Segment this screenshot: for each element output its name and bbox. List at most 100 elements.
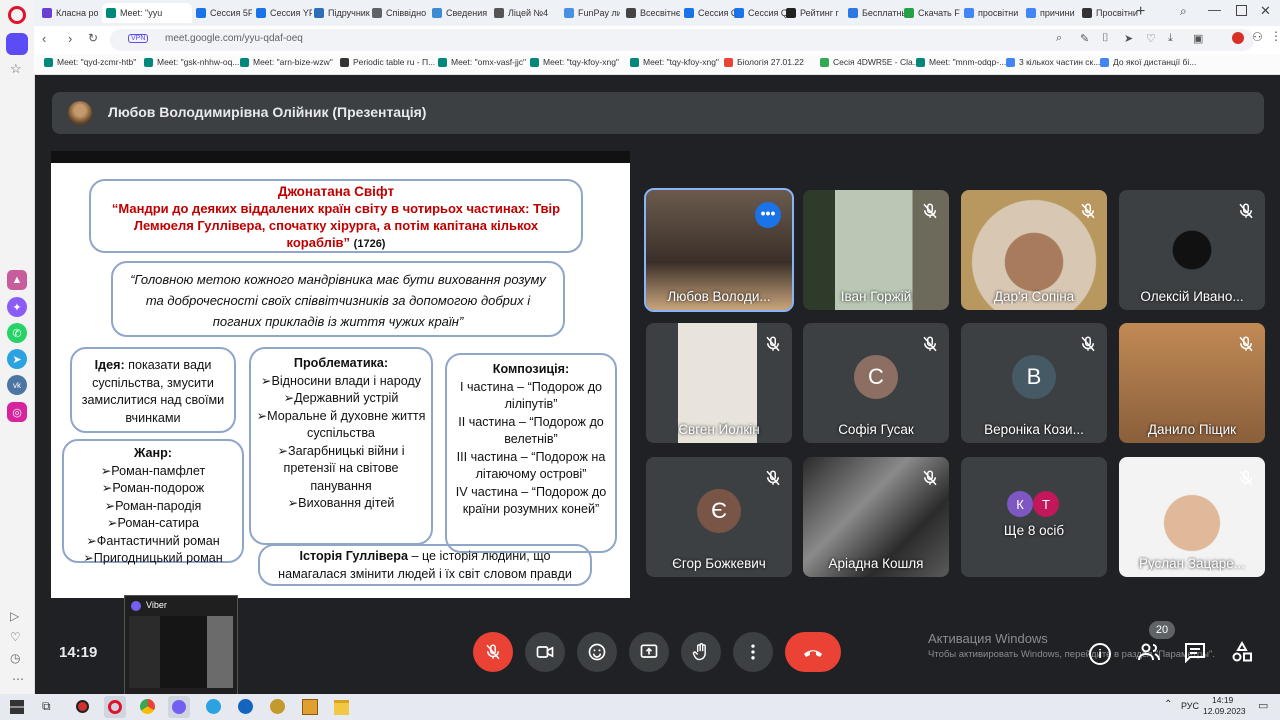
viber-preview[interactable]: Viber [124, 595, 238, 695]
chrome-taskbar-icon[interactable] [140, 699, 155, 714]
browser-tab[interactable]: Рейтинг г [782, 3, 842, 23]
camera-icon[interactable]: ⌷ [1102, 32, 1109, 45]
participant-tile[interactable]: Дар'я Сопіна [961, 190, 1107, 310]
activities-button[interactable] [1231, 640, 1253, 668]
bookmark-item[interactable]: Meet: "arn-bize-wzw" [240, 57, 333, 67]
participant-tile[interactable]: Данило Піщик [1119, 323, 1265, 443]
explorer-taskbar-icon[interactable] [334, 700, 349, 715]
opera-taskbar-icon[interactable] [104, 696, 126, 718]
vk-icon[interactable]: vk [7, 375, 27, 395]
browser-tab[interactable]: Співвідно [368, 3, 428, 23]
people-button[interactable] [1137, 641, 1161, 668]
chat-button[interactable] [1183, 641, 1207, 668]
heart-icon[interactable]: ♡ [1146, 32, 1156, 45]
more-options-button[interactable] [733, 632, 773, 672]
participant-tile[interactable]: Аріадна Кошля [803, 457, 949, 577]
raise-hand-button[interactable] [681, 632, 721, 672]
bookmark-item[interactable]: Meet: "qyd-zcmr-htb" [44, 57, 136, 67]
browser-tab[interactable]: Сведения [428, 3, 488, 23]
history-icon[interactable]: ◷ [10, 651, 20, 665]
browser-tab[interactable]: Підручник [310, 3, 370, 23]
minimize-button[interactable]: — [1208, 2, 1221, 17]
participant-tile[interactable]: К Т Ще 8 осіб [961, 457, 1107, 577]
telegram-icon[interactable]: ➤ [7, 349, 27, 369]
reload-icon[interactable]: ↻ [88, 31, 98, 45]
browser-tab[interactable]: просвітни [960, 3, 1020, 23]
home-icon[interactable] [6, 33, 28, 55]
wow-taskbar-icon[interactable] [270, 699, 285, 714]
search-tabs-icon[interactable]: ⌕ [1180, 4, 1187, 19]
bookmark-item[interactable]: Periodic table ru - П... [340, 57, 435, 67]
menu-icon[interactable]: ⋮ [1270, 29, 1280, 43]
participant-tile[interactable]: Євген Йолкін [646, 323, 792, 443]
messenger-icon[interactable]: ✦ [7, 297, 27, 317]
whatsapp-icon[interactable]: ✆ [7, 323, 27, 343]
url-text[interactable]: meet.google.com/yyu-qdaf-oeq [165, 33, 303, 44]
browser-tab[interactable]: Всесвітнє [622, 3, 682, 23]
browser-tab[interactable]: Сессия YF [252, 3, 312, 23]
browser-tab[interactable]: причини [1022, 3, 1082, 23]
bookmark-item[interactable]: До якої дистанції бі... [1100, 57, 1196, 67]
reactions-button[interactable] [577, 632, 617, 672]
address-bar[interactable]: VPN meet.google.com/yyu-qdaf-oeq ⌕ ✎ ⌷ ➤… [110, 29, 1254, 51]
leave-call-button[interactable] [785, 632, 841, 672]
favorites-icon[interactable]: ♡ [10, 630, 21, 644]
telegram-taskbar-icon[interactable] [206, 699, 221, 714]
extension-icon[interactable] [1232, 32, 1244, 44]
bookmark-item[interactable]: Meet: "tqy-kfoy-xng" [630, 57, 719, 67]
clock-date[interactable]: 12.09.2023 [1203, 706, 1246, 716]
participant-tile[interactable]: Олексій Ивано... [1119, 190, 1265, 310]
profile-icon[interactable]: ⚇ [1252, 30, 1263, 44]
bookmark-item[interactable]: Біологія 27.01.22 [724, 57, 804, 67]
back-icon[interactable]: ‹ [42, 31, 46, 46]
microphone-off-button[interactable] [473, 632, 513, 672]
bookmark-item[interactable]: Meet: "gsk-nhhw-oq... [144, 57, 239, 67]
forward-icon[interactable]: › [68, 31, 72, 46]
instagram-icon[interactable]: ◎ [7, 402, 27, 422]
aria-icon[interactable]: ▲ [7, 270, 27, 290]
browser-tab[interactable]: Meet: "yyu [102, 3, 192, 23]
bluetooth-taskbar-icon[interactable] [238, 699, 253, 714]
participant-options-button[interactable]: ••• [755, 202, 781, 228]
bookmark-item[interactable]: Meet: "mnm-odqp-... [916, 57, 1006, 67]
meeting-info-button[interactable]: i [1089, 643, 1111, 665]
viber-taskbar-icon[interactable] [168, 696, 190, 718]
language-indicator[interactable]: РУС [1181, 701, 1199, 711]
notifications-icon[interactable]: ▭ [1258, 699, 1268, 712]
clock-time[interactable]: 14:19 [1212, 695, 1233, 705]
participant-tile[interactable]: Руслан Зацаре... [1119, 457, 1265, 577]
bookmark-item[interactable]: Сесія 4DWR5E - Cla... [820, 57, 920, 67]
browser-tab[interactable]: FunPay ли [560, 3, 620, 23]
maximize-button[interactable] [1236, 5, 1247, 16]
paint-taskbar-icon[interactable] [302, 699, 318, 715]
camera-button[interactable] [525, 632, 565, 672]
recorder-icon[interactable] [76, 700, 89, 713]
browser-tab[interactable]: Просвітни [1078, 3, 1138, 23]
lock-icon[interactable]: ▣ [1193, 32, 1203, 45]
browser-tab[interactable]: Сессия 5F [192, 3, 252, 23]
browser-tab[interactable]: Сессия Q [730, 3, 790, 23]
participant-tile[interactable]: Іван Горжій [803, 190, 949, 310]
windows-start-icon[interactable] [10, 700, 24, 714]
present-screen-button[interactable] [629, 632, 669, 672]
tray-arrow-icon[interactable]: ⌃ [1164, 699, 1172, 710]
search-icon[interactable]: ⌕ [1056, 32, 1062, 45]
task-view-icon[interactable]: ⧉ [42, 699, 51, 714]
pinboard-icon[interactable]: ☆ [10, 62, 24, 75]
participant-tile[interactable]: Є Єгор Божкевич [646, 457, 792, 577]
browser-tab[interactable]: Бесплатны [844, 3, 904, 23]
bookmark-item[interactable]: Meet: "omx-vasf-jjc" [438, 57, 526, 67]
browser-tab[interactable]: Ліцей №4 [490, 3, 550, 23]
opera-logo-icon[interactable] [8, 6, 26, 24]
close-window-button[interactable]: ✕ [1260, 3, 1271, 19]
participant-tile[interactable]: ••• Любов Володи... [644, 188, 794, 312]
player-icon[interactable]: ▷ [10, 609, 19, 623]
more-icon[interactable]: ⋯ [12, 672, 24, 686]
vpn-badge[interactable]: VPN [128, 34, 149, 43]
participant-tile[interactable]: В Вероніка Кози... [961, 323, 1107, 443]
browser-tab[interactable]: Класна ро [38, 3, 98, 23]
bookmark-item[interactable]: Meet: "tqy-kfoy-xng" [530, 57, 619, 67]
participant-tile[interactable]: С Софія Гусак [803, 323, 949, 443]
new-tab-button[interactable]: + [1136, 3, 1145, 21]
download-icon[interactable]: ⤓ [1168, 32, 1173, 45]
